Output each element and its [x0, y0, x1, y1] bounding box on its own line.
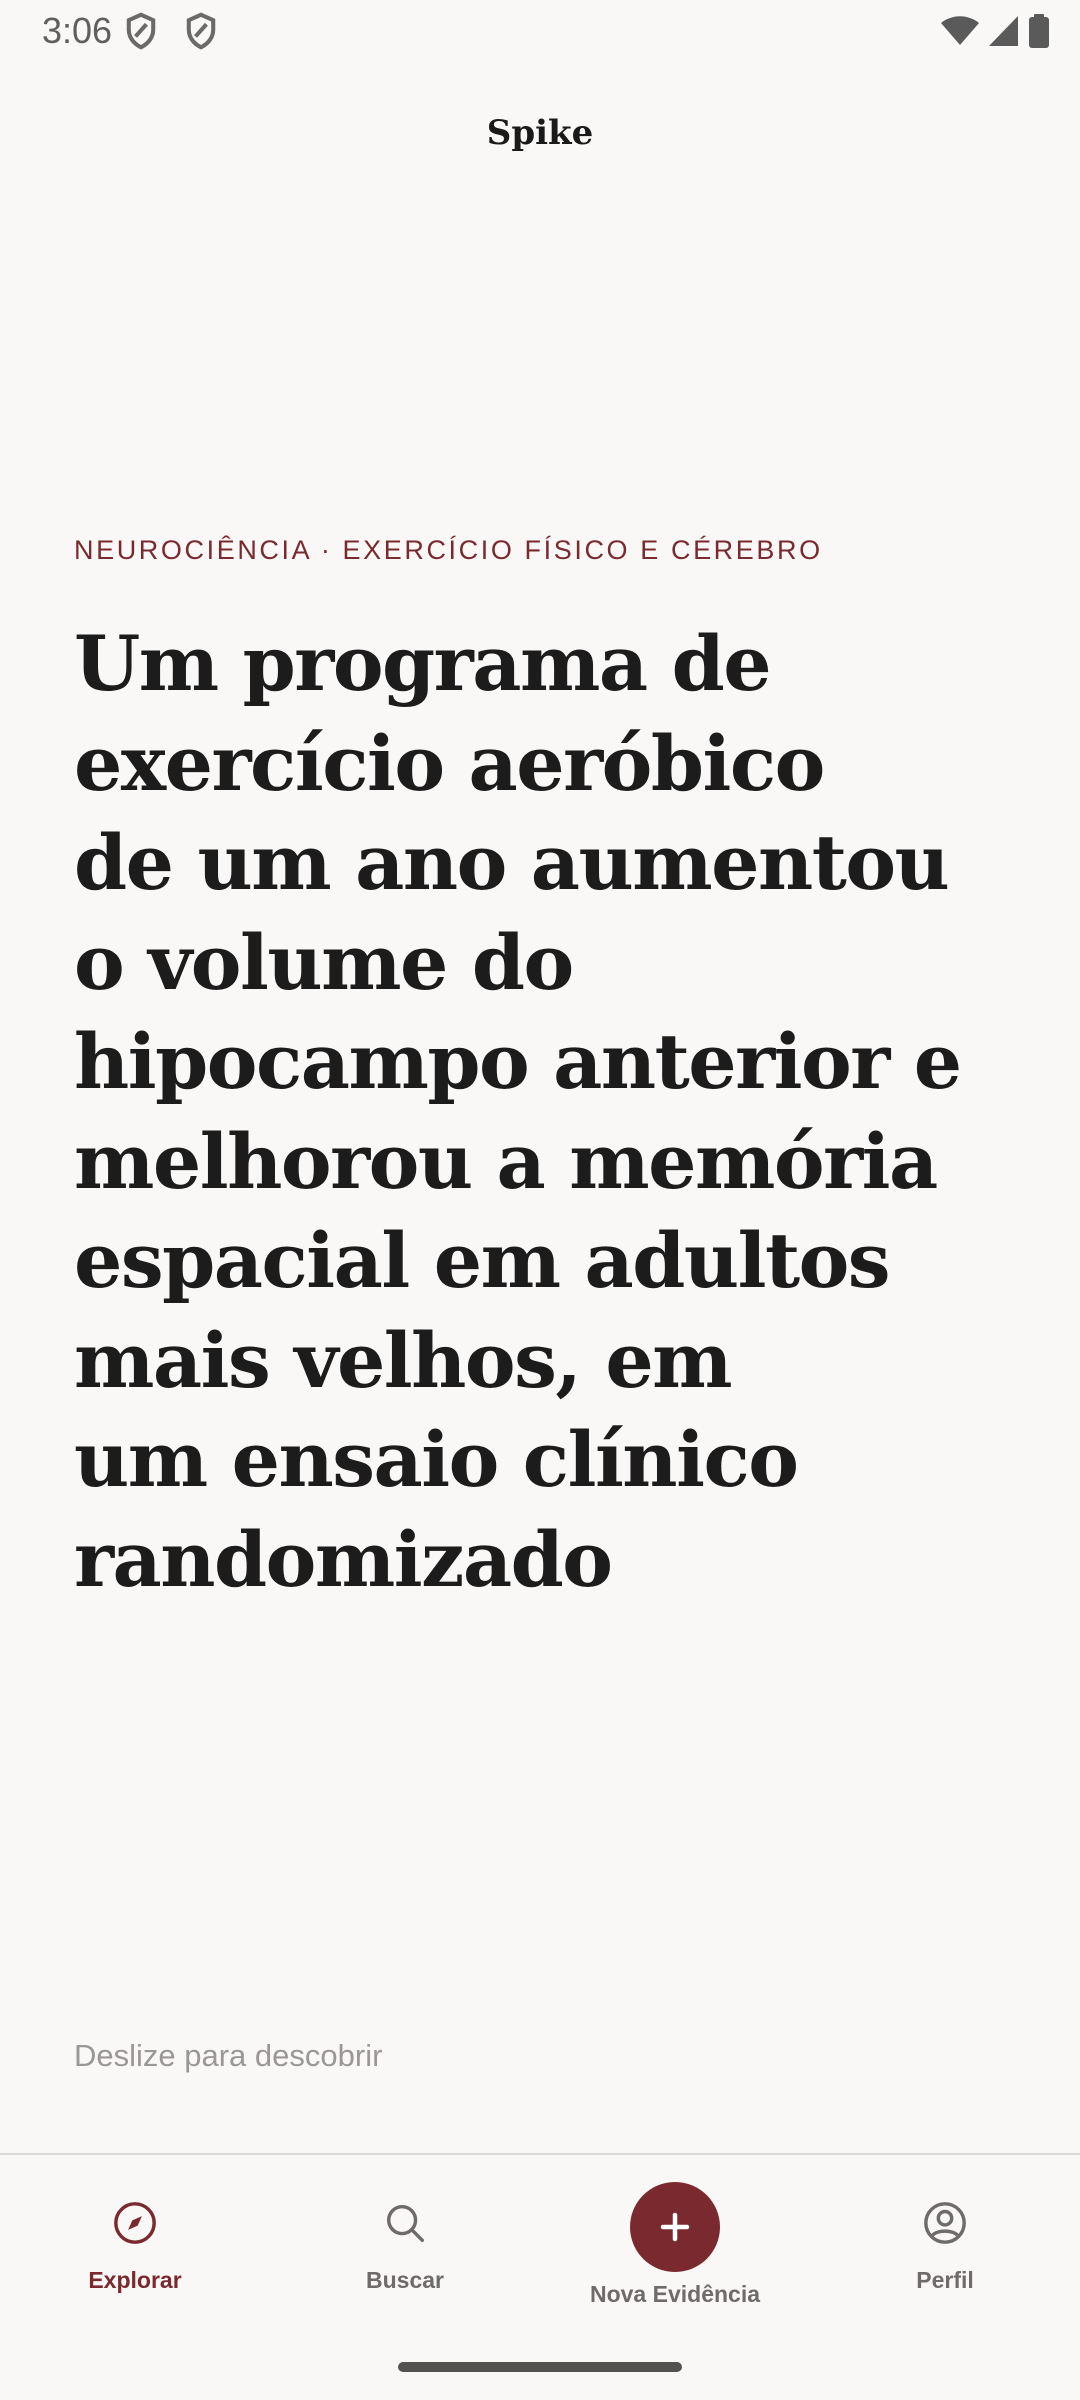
nav-item-nova-evidencia[interactable]: Nova Evidência	[540, 2155, 810, 2355]
headline-line: um ensaio clínico	[74, 1415, 799, 1504]
nav-label: Nova Evidência	[589, 2281, 761, 2307]
nav-item-perfil[interactable]: Perfil	[810, 2155, 1080, 2355]
swipe-hint: Deslize para descobrir	[74, 2038, 383, 2073]
status-bar: 3:06	[0, 0, 1080, 64]
headline-line: exercício aeróbico	[74, 718, 825, 808]
headline-line: Um programa de	[74, 619, 772, 708]
headline-line: de um ano aumentou	[74, 818, 950, 907]
home-indicator[interactable]	[398, 2362, 682, 2372]
nav-item-buscar[interactable]: Buscar	[270, 2155, 540, 2355]
battery-icon	[1029, 14, 1049, 48]
shield-icon	[186, 12, 216, 50]
wifi-icon	[941, 16, 979, 45]
headline-line: melhorou a memória	[74, 1116, 938, 1206]
new-evidence-button[interactable]	[630, 2182, 720, 2272]
cell-signal-icon	[989, 16, 1018, 46]
plus-icon	[660, 2212, 690, 2242]
nav-label: Explorar	[88, 2267, 182, 2293]
compass-icon	[114, 2202, 156, 2244]
nav-item-explorar[interactable]: Explorar	[0, 2155, 270, 2355]
search-icon	[386, 2204, 424, 2242]
profile-icon	[924, 2202, 966, 2244]
headline-line: mais velhos, em	[74, 1315, 733, 1405]
app-title: Spike	[486, 113, 594, 153]
shield-icon	[126, 12, 156, 50]
headline-line: randomizado	[74, 1514, 613, 1604]
headline-line: espacial em adultos	[74, 1216, 891, 1305]
status-icons	[940, 12, 1050, 50]
nav-label: Perfil	[916, 2267, 974, 2293]
headline-line: hipocampo anterior e	[74, 1017, 962, 1106]
category-label: NEUROCIÊNCIA · EXERCÍCIO FÍSICO E CÉREBR…	[74, 535, 823, 565]
nav-label: Buscar	[366, 2267, 444, 2293]
headline-line: o volume do	[74, 917, 574, 1007]
headline[interactable]: Um programa de exercício aeróbico de um …	[74, 614, 962, 1609]
status-time: 3:06	[42, 10, 113, 51]
